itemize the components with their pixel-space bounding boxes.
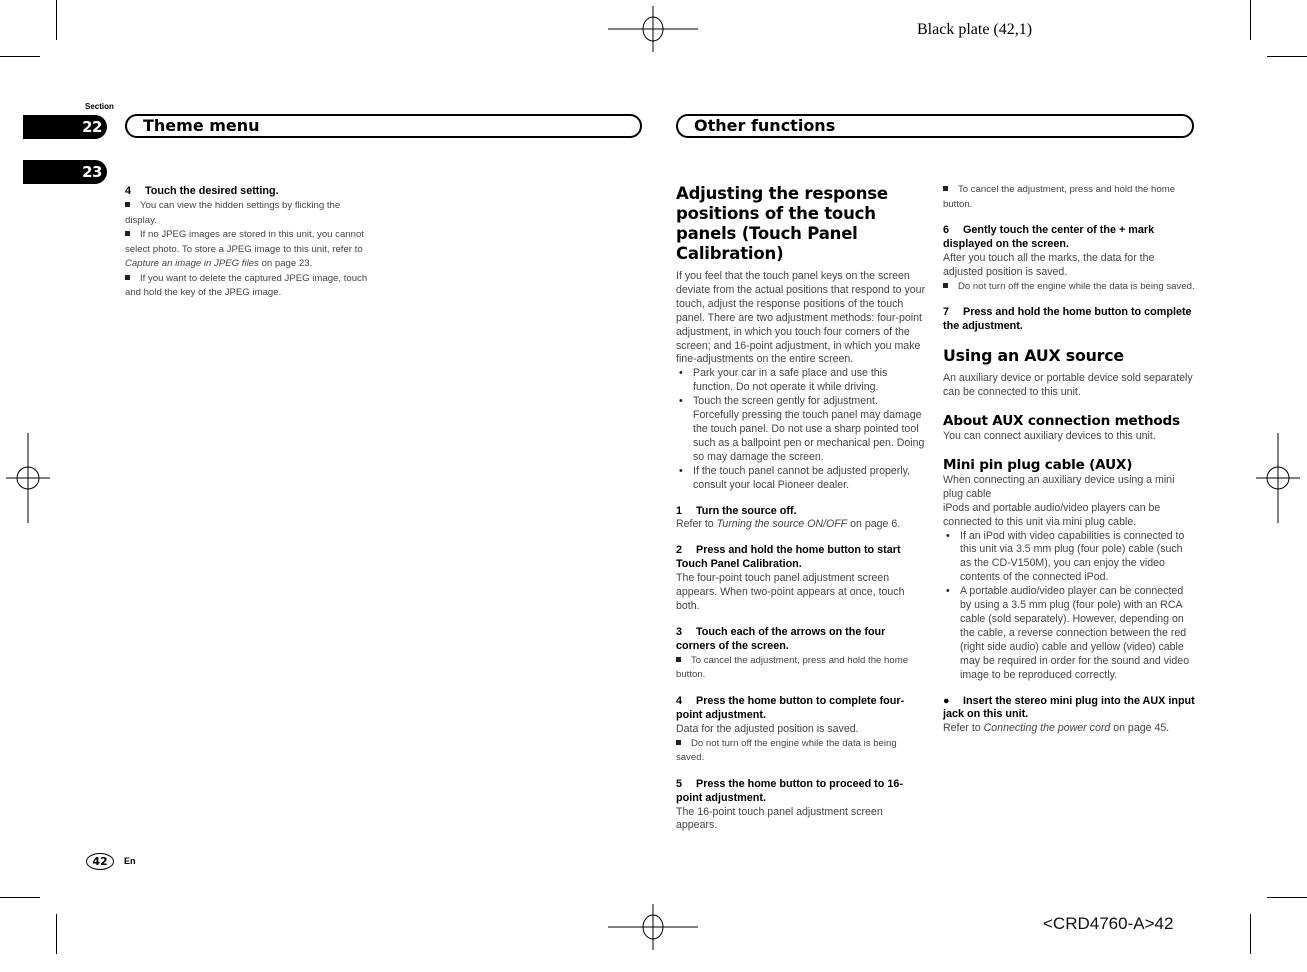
section-tab-22[interactable]: 22 xyxy=(23,115,107,139)
step-body: The four-point touch panel adjustment sc… xyxy=(676,572,905,612)
registration-mark-icon xyxy=(608,882,698,972)
page-number-badge: 42 xyxy=(86,853,114,870)
bullet-icon: • xyxy=(679,395,683,408)
aux-intro: An auxiliary device or portable device s… xyxy=(943,372,1193,399)
bullet-item: • Park your car in a safe place and use t… xyxy=(679,367,888,394)
bullet-item: • If an iPod with video capabilities is c… xyxy=(946,529,1185,584)
step-body: Refer to Connecting the power cord on pa… xyxy=(943,722,1170,735)
square-bullet-icon xyxy=(676,739,681,745)
subsection-body: You can connect auxiliary devices to thi… xyxy=(943,430,1156,443)
crop-mark xyxy=(0,897,40,898)
language-label: En xyxy=(124,856,136,866)
cross-reference-link[interactable]: Connecting the power cord xyxy=(984,722,1111,734)
bullet-icon: • xyxy=(679,367,683,380)
bullet-icon: • xyxy=(946,585,950,598)
note: If you want to delete the captured JPEG … xyxy=(125,272,368,299)
registration-mark-icon xyxy=(0,433,73,523)
section-heading: Adjusting the response positions of the … xyxy=(676,184,888,263)
square-bullet-icon xyxy=(125,201,130,207)
bullet-icon: • xyxy=(946,529,950,542)
bullet-item: • Touch the screen gently for adjustment.… xyxy=(679,395,925,463)
crop-mark xyxy=(56,914,57,954)
crop-mark xyxy=(1267,56,1307,57)
step-heading: 2 Press and hold the home button to start… xyxy=(676,544,901,571)
crop-mark xyxy=(0,56,40,57)
step-body: Data for the adjusted position is saved. xyxy=(676,722,859,735)
step-heading: 6 Gently touch the center of the + mark d… xyxy=(943,224,1155,251)
square-bullet-icon xyxy=(943,186,948,191)
registration-mark-icon xyxy=(608,0,698,74)
step-heading: 3 Touch each of the arrows on the four co… xyxy=(676,625,886,652)
bullet-item: • A portable audio/video player can be co… xyxy=(946,585,1190,681)
chapter-title-theme-menu: Theme menu xyxy=(125,114,642,138)
registration-mark-icon xyxy=(1233,433,1307,523)
cross-reference-link[interactable]: Turning the source ON/OFF xyxy=(717,518,848,530)
step-body: After you touch all the marks, the data … xyxy=(943,252,1155,278)
document-id: <CRD4760-A>42 xyxy=(1043,914,1174,933)
subsection-heading: Mini pin plug cable (AUX) xyxy=(943,456,1133,473)
section-heading-aux: Using an AUX source xyxy=(943,346,1124,366)
step-heading: 5 Press the home button to proceed to 16-… xyxy=(676,777,903,804)
subsection-body: When connecting an auxiliary device usin… xyxy=(943,473,1175,500)
step-heading: 4 Press the home button to complete four-… xyxy=(676,694,905,721)
filled-circle-icon: ● xyxy=(943,694,950,707)
crop-mark xyxy=(1250,0,1251,40)
step-body: The 16-point touch panel adjustment scre… xyxy=(676,805,883,832)
step-heading: ● Insert the stereo mini plug into the AU… xyxy=(943,694,1195,721)
square-bullet-icon xyxy=(125,274,130,280)
intro-paragraph: If you feel that the touch panel keys on… xyxy=(676,270,926,366)
section-tab-23[interactable]: 23 xyxy=(23,160,107,184)
bullet-icon: • xyxy=(679,464,683,477)
note: You can view the hidden settings by flic… xyxy=(125,199,341,226)
plate-label: Black plate (42,1) xyxy=(917,21,1033,38)
crop-mark xyxy=(1267,897,1307,898)
note: Do not turn off the engine while the dat… xyxy=(676,737,897,764)
middle-column: Adjusting the response positions of the … xyxy=(676,184,926,833)
step-body: Refer to Turning the source ON/OFF on pa… xyxy=(676,518,901,531)
note: To cancel the adjustment, press and hold… xyxy=(676,654,909,681)
note: If no JPEG images are stored in this uni… xyxy=(125,229,364,270)
note: To cancel the adjustment, press and hold… xyxy=(943,184,1176,210)
right-column: To cancel the adjustment, press and hold… xyxy=(943,183,1195,736)
square-bullet-icon xyxy=(676,656,681,662)
square-bullet-icon xyxy=(125,231,130,237)
crop-mark xyxy=(1250,914,1251,954)
step-heading: 1 Turn the source off. xyxy=(676,504,797,517)
crop-mark xyxy=(56,0,57,40)
section-label: Section xyxy=(85,102,114,111)
subsection-heading: About AUX connection methods xyxy=(943,413,1180,430)
chapter-title-other-functions: Other functions xyxy=(676,114,1194,138)
step-heading: 7 Press and hold the home button to compl… xyxy=(943,306,1192,333)
step-heading: 4 Touch the desired setting. xyxy=(125,185,279,197)
note: Do not turn off the engine while the dat… xyxy=(943,280,1195,295)
square-bullet-icon xyxy=(943,282,948,288)
bullet-item: • If the touch panel cannot be adjusted p… xyxy=(679,464,911,491)
subsection-body: iPods and portable audio/video players c… xyxy=(943,501,1161,528)
left-column: 4 Touch the desired setting. You can view… xyxy=(125,185,370,301)
cross-reference-link[interactable]: Capture an image in JPEG files xyxy=(125,258,259,269)
